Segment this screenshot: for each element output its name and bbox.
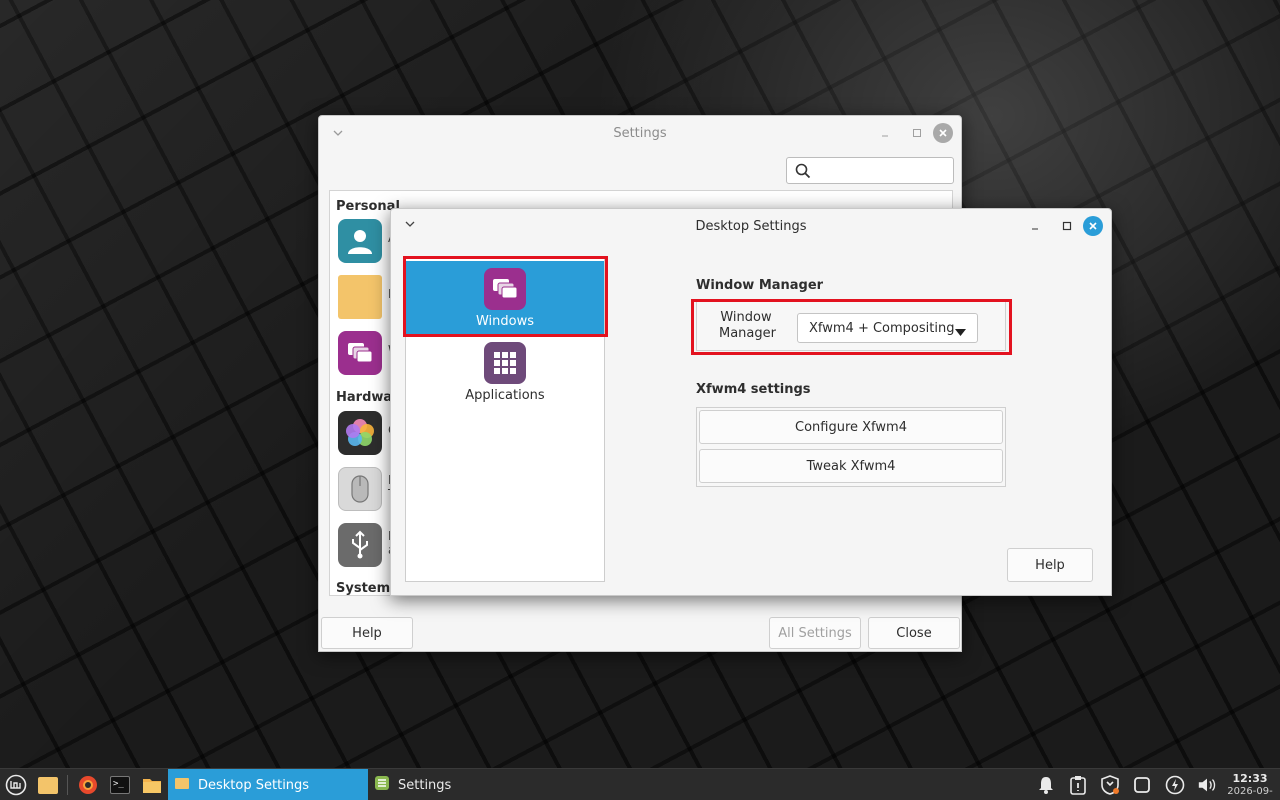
all-settings-button[interactable]: All Settings: [769, 617, 861, 649]
maximize-button[interactable]: [901, 123, 933, 143]
task-label: Desktop Settings: [198, 777, 310, 793]
user-accounts-icon: [338, 219, 382, 263]
task-settings[interactable]: Settings: [368, 769, 568, 800]
usb-icon: [338, 523, 382, 567]
category-header-system: System: [336, 581, 391, 596]
sidebar-item-windows[interactable]: Windows: [406, 261, 604, 335]
sidebar-item-label: Windows: [475, 314, 535, 329]
close-button[interactable]: [933, 123, 953, 143]
applications-grid-icon: [484, 342, 526, 384]
dropdown-arrow-icon: [955, 325, 966, 340]
settings-item-mouse[interactable]: M T: [338, 467, 398, 511]
help-button[interactable]: Help: [321, 617, 413, 649]
close-settings-button[interactable]: Close: [868, 617, 960, 649]
window-manager-select[interactable]: Xfwm4 + Compositing: [797, 313, 978, 343]
settings-app-icon: [374, 775, 390, 795]
help-button[interactable]: Help: [1007, 548, 1093, 582]
update-shield-icon[interactable]: [1100, 775, 1120, 795]
settings-item-removable[interactable]: R a: [338, 523, 396, 567]
show-desktop-icon[interactable]: [37, 774, 59, 796]
settings-item-desktop[interactable]: D: [338, 275, 397, 319]
window-menu-icon[interactable]: [401, 215, 419, 233]
clipboard-icon[interactable]: [1068, 775, 1088, 795]
window-switcher-icon[interactable]: [1132, 775, 1152, 795]
maximize-button[interactable]: [1051, 216, 1083, 236]
mouse-icon: [338, 467, 382, 511]
folder-icon: [338, 275, 382, 319]
desktop-settings-titlebar[interactable]: Desktop Settings: [391, 209, 1111, 243]
settings-item-windows[interactable]: W: [338, 331, 400, 375]
desktop-settings-window: Desktop Settings Windows Applications Wi…: [390, 208, 1112, 596]
tweak-xfwm4-button[interactable]: Tweak Xfwm4: [699, 449, 1003, 483]
window-manager-section-title: Window Manager: [696, 278, 824, 293]
settings-item-accounts[interactable]: A: [338, 219, 396, 263]
minimize-button[interactable]: [1019, 216, 1051, 236]
files-icon[interactable]: [141, 774, 163, 796]
search-input[interactable]: [815, 161, 949, 180]
firefox-icon[interactable]: [77, 774, 99, 796]
window-manager-label: Window Manager: [719, 310, 776, 341]
xfwm4-settings-frame: Configure Xfwm4 Tweak Xfwm4: [696, 407, 1006, 487]
color-icon: [338, 411, 382, 455]
settings-item-color[interactable]: C: [338, 411, 396, 455]
desktop-settings-sidebar: Windows Applications: [405, 256, 605, 582]
notification-bell-icon[interactable]: [1036, 775, 1056, 795]
task-label: Settings: [398, 777, 452, 793]
close-button[interactable]: [1083, 216, 1103, 236]
sidebar-item-label: Applications: [465, 388, 545, 403]
window-manager-frame: Window Manager Xfwm4 + Compositing: [696, 301, 1006, 351]
windows-icon: [338, 331, 382, 375]
clock-time: 12:33: [1232, 772, 1268, 785]
windows-icon: [484, 268, 526, 310]
window-manager-selected-value: Xfwm4 + Compositing: [809, 320, 955, 336]
configure-xfwm4-button[interactable]: Configure Xfwm4: [699, 410, 1003, 444]
search-icon: [795, 163, 811, 183]
clock[interactable]: 12:33 2026-09-26: [1222, 772, 1278, 800]
task-desktop-settings[interactable]: Desktop Settings: [168, 769, 368, 800]
terminal-icon[interactable]: >_: [109, 774, 131, 796]
xfwm4-settings-section-title: Xfwm4 settings: [696, 382, 811, 397]
settings-titlebar[interactable]: Settings: [319, 116, 961, 150]
taskbar: >_ Desktop Settings Settings 12:33 2026-…: [0, 768, 1280, 800]
minimize-button[interactable]: [869, 123, 901, 143]
mint-menu-icon[interactable]: [5, 774, 27, 796]
search-field[interactable]: [786, 157, 954, 184]
power-manager-icon[interactable]: [1165, 775, 1185, 795]
clock-date: 2026-09-26: [1227, 786, 1273, 800]
window-menu-icon[interactable]: [329, 124, 347, 142]
desktop-settings-window-title: Desktop Settings: [695, 218, 807, 234]
folder-icon: [174, 776, 190, 794]
sidebar-item-applications[interactable]: Applications: [406, 335, 604, 409]
volume-icon[interactable]: [1197, 775, 1217, 795]
settings-window-title: Settings: [613, 125, 667, 141]
